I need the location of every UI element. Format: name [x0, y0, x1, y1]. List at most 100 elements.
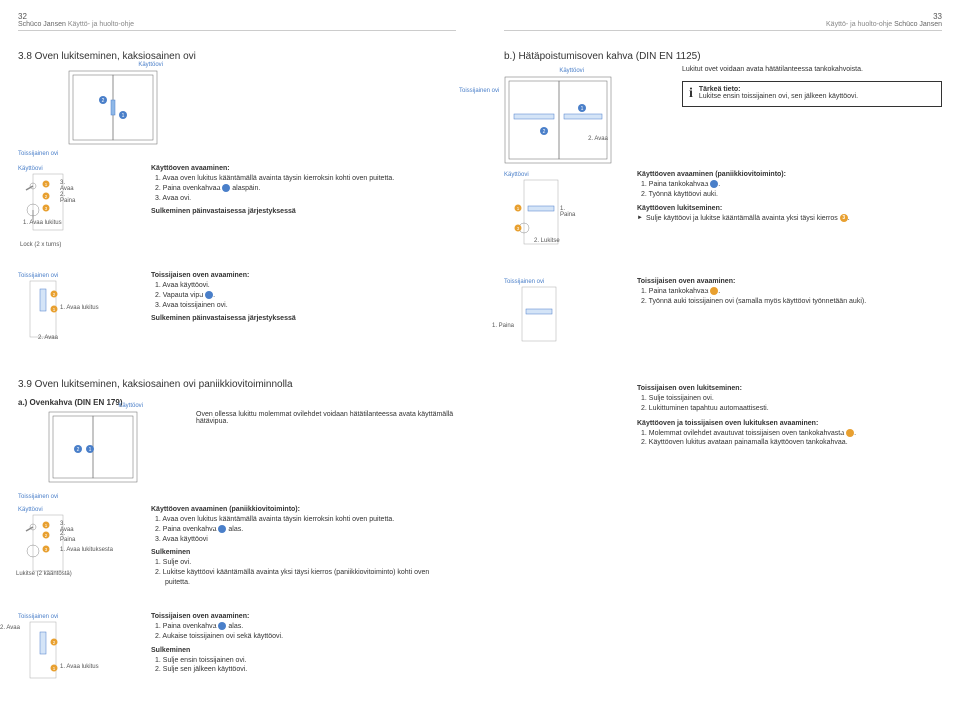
svg-text:2: 2: [77, 447, 80, 453]
d6-1: 1. Avaa lukitus: [60, 664, 99, 670]
brand-r: Schüco Jansen: [894, 21, 942, 28]
s39-txt: Oven ollessa lukittu molemmat ovilehdet …: [196, 411, 456, 425]
inst3-3: 3. Avaa käyttöovi: [155, 535, 456, 545]
window-diagram-3: 1 2 Käyttöovi Toissijainen ovi 2. Avaa: [504, 76, 594, 161]
section-39-title: 3.9 Oven lukitseminen, kaksiosainen ovi …: [18, 379, 456, 390]
r1-title: Käyttöoven avaaminen (paniikkiovitoimint…: [637, 171, 942, 178]
rd1-k: Käyttöovi: [559, 68, 584, 74]
info-text: Lukitse ensin toissijainen ovi, sen jälk…: [699, 93, 858, 100]
d5-t2: 2. Paina: [60, 531, 78, 543]
page-33: 33 Käyttö- ja huolto-ohje Schüco Jansen …: [480, 0, 960, 655]
intro: Lukitut ovet voidaan avata hätätilantees…: [682, 66, 942, 73]
inst4-2: 2. Aukaise toissijainen ovi sekä käyttöo…: [155, 632, 456, 642]
r3-1: 1. Paina tankokahvaa 2.: [641, 287, 942, 297]
svg-text:2: 2: [102, 98, 105, 104]
s39-a: a.) Ovenkahva (DIN EN 179): [18, 398, 456, 407]
r3-2: 2. Työnnä auki toissijainen ovi (samalla…: [641, 297, 942, 307]
window-diagram-2: 2 1 Käyttöovi Toissijainen ovi: [48, 411, 138, 496]
inst2-list: 1. Avaa käyttöovi. 2. Vapauta vipu 2. 3.…: [155, 281, 456, 310]
subbrand-r: Käyttö- ja huolto-ohje: [826, 21, 892, 28]
row-39-3: Toissijainen ovi 2 1 2. Avaa 1. Avaa luk…: [18, 613, 456, 710]
header-right: 33 Käyttö- ja huolto-ohje Schüco Jansen: [504, 12, 942, 31]
d5-t1: 1. Avaa lukituksesta: [60, 547, 113, 553]
d3-2: 2. Avaa: [38, 335, 58, 341]
rd1-t: Toissijainen ovi: [459, 88, 499, 94]
sulk2-list: 1. Sulje ensin toissijainen ovi. 2. Sulj…: [155, 656, 456, 676]
rd3-1: 1. Paina: [492, 323, 514, 329]
page-32: 32 Schüco Jansen Käyttö- ja huolto-ohje …: [0, 0, 480, 655]
inst2-1: 1. Avaa käyttöovi.: [155, 281, 456, 291]
inst1-title: Käyttöoven avaaminen:: [151, 165, 456, 172]
badge-2: 2: [205, 291, 213, 299]
r1-1: 1. Paina tankokahvaa 1.: [641, 180, 942, 190]
row-38-2: Käyttöovi 1 2 3 3. Avaa 2. Paina 1. Avaa…: [18, 165, 456, 262]
r5-list: 1. Molemmat ovilehdet avautuvat toissija…: [641, 429, 942, 449]
svg-text:1: 1: [122, 113, 125, 119]
svg-text:1: 1: [89, 447, 92, 453]
svg-text:1: 1: [581, 106, 584, 112]
b-title: b.) Hätäpoistumisoven kahva (DIN EN 1125…: [504, 51, 942, 62]
d2-2: 2. Paina: [60, 192, 78, 204]
d5-lock: Lukitse (2 kääntöstä): [16, 571, 72, 577]
row-r2: Käyttöovi 1 3 1. Paina 2. Lukitse Käyttö…: [504, 171, 942, 268]
inst1-list: 1. Avaa oven lukitus kääntämällä avainta…: [155, 174, 456, 203]
inst3-2: 2. Paina ovenkahva 1 alas.: [155, 525, 456, 535]
page-number: 33: [826, 12, 942, 21]
r4-1: 1. Sulje toissijainen ovi.: [641, 394, 942, 404]
d4-k: Käyttöovi: [118, 403, 143, 409]
page-number: 32: [18, 12, 134, 21]
sulk-2: 2. Lukitse käyttöovi kääntämällä avainta…: [155, 568, 456, 588]
d2-3: 3. Avaa: [60, 180, 78, 192]
rd2-2: 2. Lukitse: [534, 238, 560, 244]
inst4-1: 1. Paina ovenkahva 1 alas.: [155, 622, 456, 632]
inst2-close: Sulkeminen päinvastaisessa järjestyksess…: [151, 315, 456, 322]
sulk2-title: Sulkeminen: [151, 647, 456, 654]
section-38-title: 3.8 Oven lukitseminen, kaksiosainen ovi: [18, 51, 456, 62]
r4-2: 2. Lukittuminen tapahtuu automaattisesti…: [641, 404, 942, 414]
r1-2: 2. Työnnä käyttöovi auki.: [641, 190, 942, 200]
sulk-1: 1. Sulje ovi.: [155, 558, 456, 568]
r3-title: Toissijaisen oven avaaminen:: [637, 278, 942, 285]
row-r4: Toissijaisen oven lukitseminen: 1. Sulje…: [504, 385, 942, 453]
rd2-1: 1. Paina: [560, 206, 575, 218]
sulk2-2: 2. Sulje sen jälkeen käyttöovi.: [155, 665, 456, 675]
row-r3: Toissijainen ovi 1. Paina Toissijaisen o…: [504, 278, 942, 375]
inst3-title: Käyttöoven avaaminen (paniikkiovitoimint…: [151, 506, 456, 513]
row-38-1: 2 1 Käyttöovi Toissijainen ovi: [18, 70, 456, 155]
inst1-close: Sulkeminen päinvastaisessa järjestyksess…: [151, 208, 456, 215]
r2-txt: Sulje käyttöovi ja lukitse kääntämällä a…: [637, 214, 942, 222]
row-39-1: 2 1 Käyttöovi Toissijainen ovi Oven olle…: [18, 411, 456, 496]
row-39-2: Käyttöovi 1 2 3 3. Avaa 2. Paina 1. Avaa…: [18, 506, 456, 603]
door-diagram-4: 2 1 2. Avaa 1. Avaa lukitus: [18, 620, 78, 710]
r2-title: Käyttöoven lukitseminen:: [637, 205, 942, 212]
brand: Schüco Jansen: [18, 21, 66, 28]
inst2-3: 3. Avaa toissijainen ovi.: [155, 301, 456, 311]
info-icon: i: [689, 86, 693, 102]
r4-list: 1. Sulje toissijainen ovi. 2. Lukittumin…: [641, 394, 942, 414]
r1-list: 1. Paina tankokahvaa 1. 2. Työnnä käyttö…: [641, 180, 942, 200]
door-diagram-r2: 1. Paina: [504, 285, 564, 375]
sulk2-1: 1. Sulje ensin toissijainen ovi.: [155, 656, 456, 666]
inst1-3: 3. Avaa ovi.: [155, 194, 456, 204]
inst4-title: Toissijaisen oven avaaminen:: [151, 613, 456, 620]
r3-list: 1. Paina tankokahvaa 2. 2. Työnnä auki t…: [641, 287, 942, 307]
d2-lock: Lock (2 x turns): [20, 242, 61, 248]
r5-1: 1. Molemmat ovilehdet avautuvat toissija…: [641, 429, 942, 439]
door-diagram-2: 2 1 1. Avaa lukitus 2. Avaa: [18, 279, 78, 369]
door-diagram-3: 1 2 3 3. Avaa 2. Paina 1. Avaa lukitukse…: [18, 513, 78, 603]
row-38-3: Toissijainen ovi 2 1 1. Avaa lukitus 2. …: [18, 272, 456, 369]
d3-1: 1. Avaa lukitus: [60, 305, 99, 311]
r5-title: Käyttöoven ja toissijaisen oven lukituks…: [637, 420, 942, 427]
row-r1: 1 2 Käyttöovi Toissijainen ovi 2. Avaa L…: [504, 66, 942, 161]
door-diagram-r1: 1 3 1. Paina 2. Lukitse: [504, 178, 564, 268]
badge-2o: 2: [846, 429, 854, 437]
sulk-title: Sulkeminen: [151, 549, 456, 556]
label-kayttoovi: Käyttöovi: [138, 62, 163, 68]
d2-1: 1. Avaa lukitus: [23, 220, 62, 226]
door-diagram-1: 1 2 3 3. Avaa 2. Paina 1. Avaa lukitus L…: [18, 172, 78, 262]
svg-text:2: 2: [543, 129, 546, 135]
rd1-2: 2. Avaa: [588, 136, 608, 142]
inst4-list: 1. Paina ovenkahva 1 alas. 2. Aukaise to…: [155, 622, 456, 642]
inst2-2: 2. Vapauta vipu 2.: [155, 291, 456, 301]
info-title: Tärkeä tieto:: [699, 86, 858, 93]
